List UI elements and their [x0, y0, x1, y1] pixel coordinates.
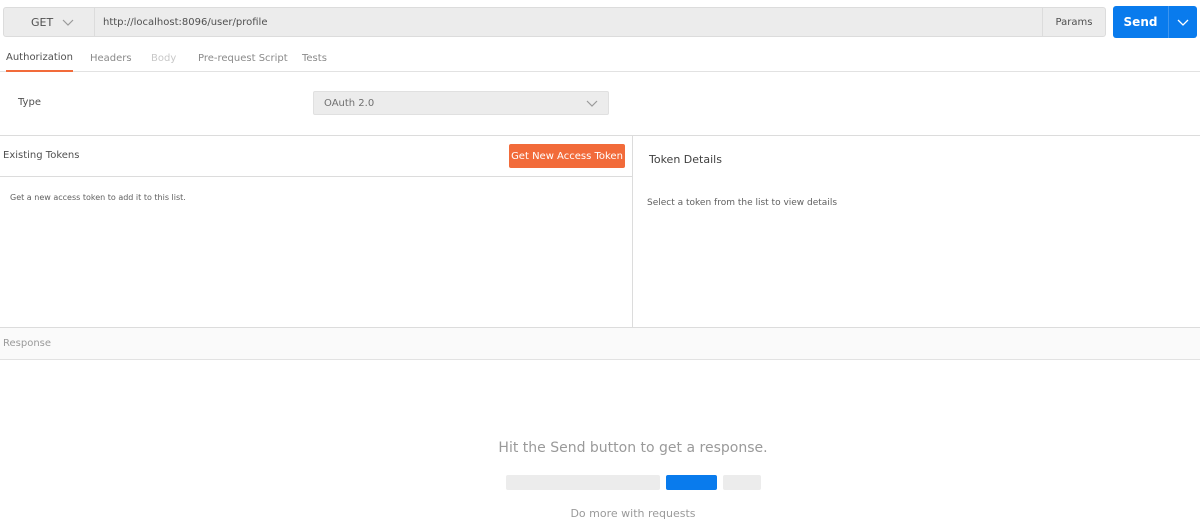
chevron-down-icon	[62, 19, 74, 26]
request-bar: GET http://localhost:8096/user/profile P…	[0, 0, 1200, 44]
tab-tests[interactable]: Tests	[302, 44, 327, 72]
url-input[interactable]: http://localhost:8096/user/profile	[95, 7, 1042, 37]
token-details-empty-message: Select a token from the list to view det…	[647, 198, 838, 208]
request-tabs: Authorization Headers Body Pre-request S…	[0, 44, 1200, 72]
response-label: Response	[3, 338, 52, 349]
illustration-url-bar	[506, 475, 660, 490]
tokens-empty-message: Get a new access token to add it to this…	[10, 193, 186, 202]
response-hint: Hit the Send button to get a response.	[498, 440, 768, 456]
method-select[interactable]: GET	[3, 7, 95, 37]
send-options-button[interactable]	[1168, 6, 1197, 38]
method-label: GET	[31, 15, 54, 29]
tab-headers[interactable]: Headers	[90, 44, 132, 72]
get-new-access-token-button[interactable]: Get New Access Token	[509, 144, 625, 168]
chevron-down-icon	[1177, 19, 1189, 26]
divider	[0, 135, 1200, 136]
do-more-link[interactable]: Do more with requests	[0, 507, 1200, 520]
existing-tokens-title: Existing Tokens	[3, 150, 80, 161]
auth-type-label: Type	[18, 97, 41, 108]
chevron-down-icon	[586, 100, 598, 107]
auth-type-value: OAuth 2.0	[324, 97, 375, 109]
params-button[interactable]: Params	[1042, 7, 1106, 37]
tab-body[interactable]: Body	[151, 44, 176, 72]
send-button[interactable]: Send	[1113, 6, 1168, 38]
tab-pre-request-script[interactable]: Pre-request Script	[198, 44, 288, 72]
illustration-params	[723, 475, 761, 490]
response-header: Response	[0, 328, 1200, 360]
send-button-group: Send	[1113, 6, 1197, 38]
tab-authorization[interactable]: Authorization	[6, 44, 73, 72]
vertical-divider	[632, 136, 633, 327]
divider	[0, 176, 633, 177]
token-details-title: Token Details	[649, 153, 722, 166]
auth-type-select[interactable]: OAuth 2.0	[313, 91, 609, 115]
illustration-send-button	[666, 475, 717, 490]
